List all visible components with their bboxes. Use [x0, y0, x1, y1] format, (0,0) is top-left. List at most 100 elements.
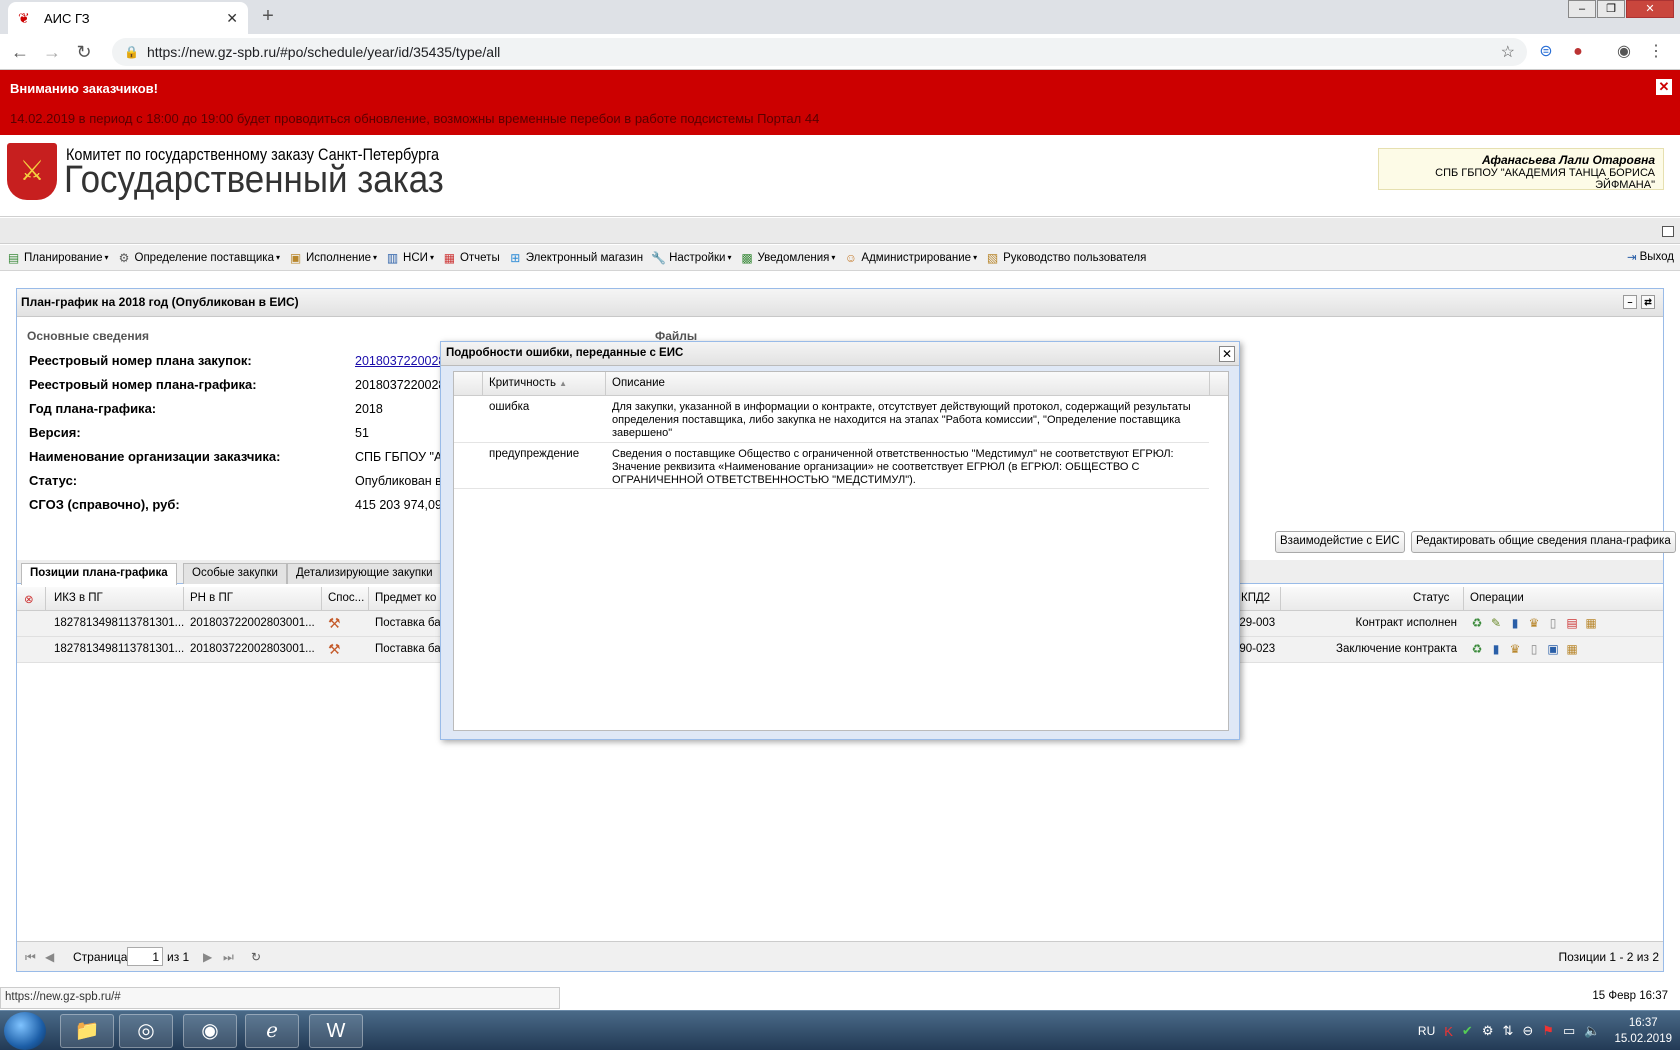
menu-item-notifications[interactable]: ▩ Уведомления ▾: [739, 251, 835, 265]
flag-icon[interactable]: ⚑: [1542, 1023, 1554, 1039]
panel-maximize-button[interactable]: ⇄: [1641, 295, 1655, 309]
minimize-window-button[interactable]: –: [1568, 0, 1596, 18]
menu-item-execution[interactable]: ▣ Исполнение ▾: [288, 251, 377, 265]
execution-icon: ▣: [289, 250, 302, 265]
eis-interaction-button[interactable]: Взаимодейстие с ЕИС: [1275, 531, 1405, 553]
menu-item-reports[interactable]: ▦ Отчеты: [442, 251, 500, 265]
reload-button[interactable]: ↻: [72, 40, 96, 64]
monitor-icon[interactable]: ▭: [1563, 1023, 1575, 1039]
dialog-close-button[interactable]: ✕: [1219, 346, 1235, 362]
scroll-icon[interactable]: ▦: [1583, 615, 1599, 631]
menu-item-admin[interactable]: ☺ Администрирование ▾: [843, 251, 977, 265]
logout-label: Выход: [1639, 251, 1674, 263]
notification-icon: ▩: [741, 250, 753, 265]
edit-check-icon[interactable]: ✎: [1488, 615, 1504, 631]
col-severity[interactable]: Критичность ▲: [489, 377, 567, 389]
language-indicator[interactable]: RU: [1418, 1024, 1435, 1038]
first-page-icon[interactable]: ⏮: [25, 950, 36, 965]
edit-schedule-button[interactable]: Редактировать общие сведения плана-графи…: [1411, 531, 1676, 553]
tools-icon[interactable]: ⚙: [1482, 1023, 1494, 1039]
collapse-header-button[interactable]: [1662, 226, 1674, 237]
menu-label: Исполнение: [306, 251, 372, 264]
chrome-taskbar-icon[interactable]: ◎: [119, 1014, 173, 1048]
collapse-bar: [0, 218, 1680, 244]
ie-taskbar-icon[interactable]: ℯ: [245, 1014, 299, 1048]
col-method[interactable]: Спос...: [328, 592, 364, 604]
menu-item-manual[interactable]: ▧ Руководство пользователя: [985, 251, 1146, 265]
minus-icon[interactable]: ⊖: [1522, 1023, 1533, 1039]
firefox-taskbar-icon[interactable]: ◉: [183, 1014, 237, 1048]
forward-button[interactable]: →: [40, 40, 64, 64]
error-row[interactable]: предупреждение Сведения о поставщике Общ…: [454, 443, 1209, 489]
refresh-icon[interactable]: ↻: [251, 950, 261, 964]
error-row[interactable]: ошибка Для закупки, указанной в информац…: [454, 396, 1209, 443]
chevron-down-icon: ▾: [973, 253, 978, 262]
cell-subject: Поставка ба: [375, 617, 441, 629]
browser-tab[interactable]: ❦ АИС ГЗ ✕: [8, 2, 248, 34]
col-okpd[interactable]: КПД2: [1241, 592, 1270, 604]
refresh-green-icon[interactable]: ♻: [1469, 615, 1485, 631]
new-tab-button[interactable]: +: [254, 5, 282, 29]
logout-button[interactable]: ⇥ Выход: [1627, 250, 1674, 264]
cell-status: Контракт исполнен: [1355, 617, 1457, 629]
save-blue-icon[interactable]: ▣: [1545, 641, 1561, 657]
word-taskbar-icon[interactable]: W: [309, 1014, 363, 1048]
last-page-icon[interactable]: ⏭: [223, 950, 234, 965]
taskbar-clock[interactable]: 16:37 15.02.2019: [1614, 1015, 1672, 1047]
tab-positions[interactable]: Позиции плана-графика: [21, 563, 177, 585]
col-subject[interactable]: Предмет ко: [375, 592, 436, 604]
field-label: Версия:: [29, 425, 81, 440]
bar-chart-icon[interactable]: ▮: [1488, 641, 1504, 657]
scroll-icon[interactable]: ▦: [1564, 641, 1580, 657]
menu-label: Руководство пользователя: [1003, 251, 1147, 264]
explorer-taskbar-icon[interactable]: 📁: [60, 1014, 114, 1048]
banner-close-button[interactable]: ✕: [1656, 79, 1672, 95]
prev-page-icon[interactable]: ◀: [45, 950, 54, 964]
network-icon[interactable]: ⇅: [1502, 1023, 1513, 1039]
cell-ikz: 1827813498113781301...: [54, 617, 185, 629]
next-page-icon[interactable]: ▶: [203, 950, 212, 964]
tab-special-purchases[interactable]: Особые закупки: [183, 563, 287, 584]
extension-spy-icon[interactable]: ●: [1568, 42, 1588, 62]
close-window-button[interactable]: ✕: [1626, 0, 1674, 18]
col-rn[interactable]: РН в ПГ: [190, 592, 233, 604]
eagle-icon[interactable]: ♛: [1526, 615, 1542, 631]
col-status[interactable]: Статус: [1413, 592, 1449, 604]
clock-time: 16:37: [1628, 1017, 1658, 1029]
menu-item-settings[interactable]: 🔧 Настройки ▾: [651, 251, 731, 265]
page-number-input[interactable]: [127, 947, 163, 966]
logout-icon: ⇥: [1626, 252, 1637, 264]
back-button[interactable]: ←: [8, 40, 32, 64]
volume-icon[interactable]: 🔈: [1584, 1023, 1600, 1039]
shield-icon[interactable]: ✔: [1462, 1023, 1473, 1039]
report-red-icon[interactable]: ▤: [1564, 615, 1580, 631]
document-icon[interactable]: ▯: [1526, 641, 1542, 657]
start-button[interactable]: [4, 1012, 46, 1050]
close-tab-icon[interactable]: ✕: [226, 10, 238, 27]
eagle-icon[interactable]: ♛: [1507, 641, 1523, 657]
menu-item-eshop[interactable]: ⊞ Электронный магазин: [508, 251, 643, 265]
menu-item-nsi[interactable]: ▥ НСИ ▾: [385, 251, 434, 265]
menu-label: Уведомления: [757, 251, 830, 264]
menu-item-planning[interactable]: ▤ Планирование ▾: [6, 251, 109, 265]
col-ikz[interactable]: ИКЗ в ПГ: [54, 592, 103, 604]
menu-item-supplier[interactable]: ⚙ Определение поставщика ▾: [117, 251, 280, 265]
kaspersky-icon[interactable]: K: [1444, 1024, 1453, 1039]
banner-message: 14.02.2019 в период с 18:00 до 19:00 буд…: [10, 111, 820, 126]
tab-detailing-purchases[interactable]: Детализирующие закупки: [287, 563, 442, 584]
url-input[interactable]: 🔒 https://new.gz-spb.ru/#po/schedule/yea…: [112, 38, 1527, 66]
maximize-window-button[interactable]: ❐: [1597, 0, 1625, 18]
refresh-green-icon[interactable]: ♻: [1469, 641, 1485, 657]
error-grid-header: Критичность ▲ Описание: [454, 372, 1228, 396]
column-separator: [45, 587, 46, 611]
chrome-menu-icon[interactable]: ⋮: [1646, 42, 1666, 62]
profile-icon[interactable]: ◉: [1614, 42, 1634, 62]
column-separator: [183, 587, 184, 611]
document-icon[interactable]: ▯: [1545, 615, 1561, 631]
col-description[interactable]: Описание: [612, 377, 665, 389]
filter-icon[interactable]: ⊗: [24, 592, 34, 606]
extension-icon[interactable]: ⊜: [1536, 42, 1556, 62]
bar-chart-icon[interactable]: ▮: [1507, 615, 1523, 631]
panel-collapse-button[interactable]: –: [1623, 295, 1637, 309]
bookmark-star-icon[interactable]: ☆: [1501, 42, 1515, 62]
